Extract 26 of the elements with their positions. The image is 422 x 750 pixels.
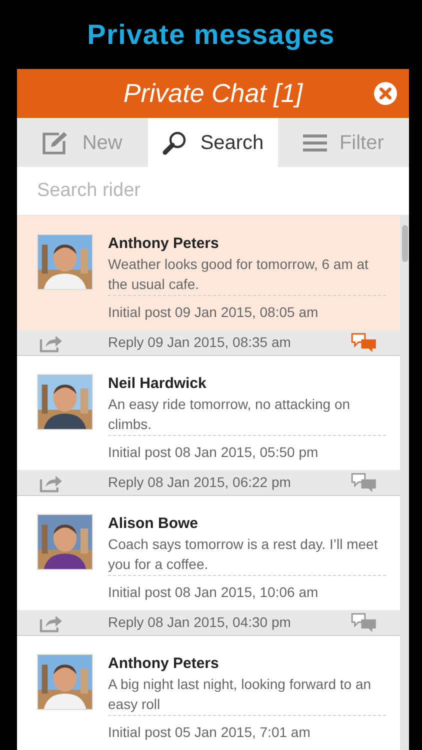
menu-icon <box>303 134 328 152</box>
initial-post-date: Initial post 08 Jan 2015, 05:50 pm <box>108 443 318 462</box>
sender-name: Neil Hardwick <box>108 374 208 394</box>
initial-post-date: Initial post 08 Jan 2015, 10:06 am <box>108 583 318 602</box>
chat-bubbles-icon[interactable] <box>350 472 378 494</box>
message-card[interactable]: Anthony Peters Weather looks good for tomorrow, 6 am at the usual cafe. Initial post 09 Jan 2015, 08:05 am <box>17 216 400 330</box>
message-text: A big night last night, looking forward to an easy roll <box>108 674 386 716</box>
page-title: Private messages <box>87 18 335 52</box>
initial-post-date: Initial post 05 Jan 2015, 7:01 am <box>108 723 310 742</box>
chat-title: Private Chat [1] <box>123 77 303 110</box>
reply-date: Reply 08 Jan 2015, 04:30 pm <box>108 613 292 632</box>
reply-date: Reply 09 Jan 2015, 08:35 am <box>108 333 292 352</box>
scrollbar[interactable] <box>400 216 409 750</box>
message-text: Weather looks good for tomorrow, 6 am at the usual cafe. <box>108 254 386 296</box>
chat-bubbles-icon[interactable] <box>350 612 378 634</box>
reply-date: Reply 08 Jan 2015, 06:22 pm <box>108 473 292 492</box>
sender-name: Alison Bowe <box>108 514 200 534</box>
close-icon[interactable] <box>374 82 397 105</box>
search-field[interactable]: Search rider <box>37 176 389 206</box>
message-text: An easy ride tomorrow, no attacking on climbs. <box>108 394 386 436</box>
initial-post-date: Initial post 09 Jan 2015, 08:05 am <box>108 303 318 322</box>
chat-bubbles-icon[interactable] <box>350 332 378 354</box>
sender-name: Anthony Peters <box>108 654 220 674</box>
search-icon <box>162 130 188 154</box>
sender-name: Anthony Peters <box>108 234 220 254</box>
message-text: Coach says tomorrow is a rest day. I’ll meet you for a coffee. <box>108 534 386 576</box>
